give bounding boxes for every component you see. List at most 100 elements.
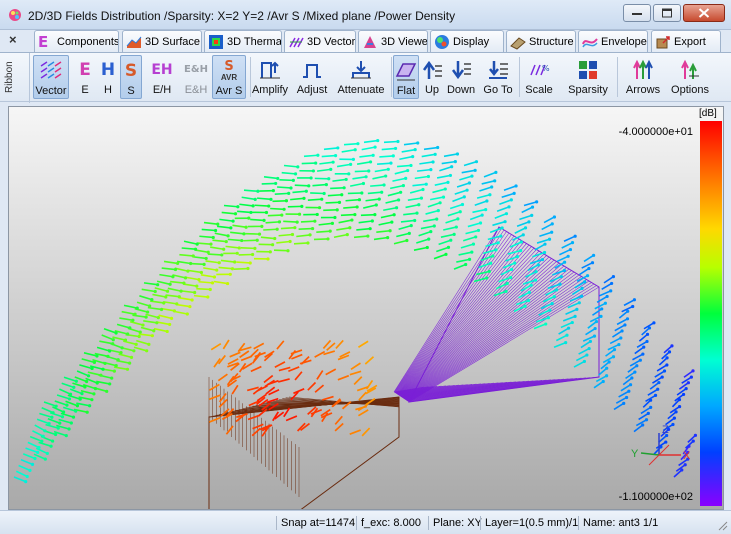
tab-label: 3D Vector: [307, 35, 356, 48]
layer-down-button-label: Down: [446, 84, 476, 96]
adjust-button-label: Adjust: [296, 84, 328, 96]
s-field-button[interactable]: S S: [120, 55, 142, 99]
tab-3d-vector[interactable]: 3D Vector: [284, 30, 356, 52]
avr-s-icon: S AVR: [217, 59, 241, 83]
axis-label-z: Z: [662, 424, 669, 436]
goto-icon: [489, 61, 508, 79]
tab-3d-surface[interactable]: 3D Surface: [122, 30, 202, 52]
colorbar-min-label: -1.100000e+02: [618, 491, 693, 503]
minimize-button[interactable]: [623, 4, 651, 22]
arrows-dropdown-button[interactable]: Arrows: [620, 55, 666, 99]
ribbon-separator: [519, 57, 520, 97]
title-bar: 2D/3D Fields Distribution /Sparsity: X=2…: [0, 0, 731, 30]
tab-3d-thermal[interactable]: 3D Therma: [204, 30, 282, 52]
maximize-icon: [662, 8, 672, 18]
vector-button-label: Vector: [35, 85, 67, 97]
goto-layer-button[interactable]: Go To: [480, 55, 516, 99]
ribbon-separator: [250, 57, 251, 97]
status-plane: Plane: XY: [428, 516, 482, 530]
structure-icon: [510, 36, 526, 50]
layer-down-button[interactable]: Down: [445, 55, 477, 99]
scale-dropdown-button[interactable]: % Scale: [521, 55, 557, 99]
h-field-button[interactable]: H H: [97, 55, 119, 99]
feed-block-wireframe: [208, 377, 400, 509]
flat-button-label: Flat: [396, 85, 416, 97]
attenuate-icon: [351, 61, 371, 79]
ribbon-close-icon[interactable]: ×: [9, 32, 17, 47]
close-icon: [698, 8, 710, 18]
colorbar-max-label: -4.000000e+01: [618, 126, 693, 138]
scale-dropdown-label: Scale: [525, 84, 553, 96]
attenuate-button-label: Attenuate: [337, 84, 385, 96]
status-bar: Snap at=11474 f_exc: 8.000 Plane: XY Lay…: [0, 510, 731, 534]
arrows-dropdown-label: Arrows: [625, 84, 661, 96]
sparsity-grid-icon: [579, 61, 597, 79]
adjust-button[interactable]: Adjust: [294, 55, 330, 99]
export-icon: [656, 35, 670, 48]
status-name: Name: ant3 1/1: [578, 516, 658, 530]
avr-s-icon-text: AVR: [220, 72, 238, 82]
tab-export[interactable]: Export: [651, 30, 721, 52]
surface-icon: [126, 36, 142, 48]
h-field-icon: H: [100, 60, 116, 80]
ribbon-separator: [391, 57, 392, 97]
close-button[interactable]: [683, 4, 725, 22]
eh-icon: EH: [151, 62, 173, 78]
resize-grip-icon[interactable]: [718, 521, 728, 531]
tab-envelope[interactable]: Envelope: [578, 30, 648, 52]
s-field-button-label: S: [127, 85, 135, 97]
e-field-button[interactable]: E E: [74, 55, 96, 99]
flat-button[interactable]: Flat: [393, 55, 419, 99]
eh-dropdown-button[interactable]: EH E/H: [146, 55, 178, 99]
attenuate-button[interactable]: Attenuate: [334, 55, 388, 99]
layer-up-button-label: Up: [424, 84, 440, 96]
minimize-icon: [632, 13, 642, 15]
field-vector-plot[interactable]: Z X Y: [9, 107, 724, 510]
svg-text:%: %: [542, 64, 550, 73]
amplify-icon: [260, 61, 280, 79]
status-layer: Layer=1(0.5 mm)/1: [480, 516, 578, 530]
amplify-button[interactable]: Amplify: [252, 55, 288, 99]
avr-s-button-label: Avr S: [215, 85, 243, 97]
h-field-button-label: H: [104, 84, 112, 96]
tab-components[interactable]: E Components: [34, 30, 119, 52]
ribbon-side-panel: Ribbon: [0, 53, 30, 103]
vector-arrows: [13, 138, 698, 484]
goto-layer-button-label: Go To: [483, 84, 513, 96]
tab-label: Envelope: [601, 35, 647, 48]
tab-label: Components: [57, 35, 119, 48]
layer-up-button[interactable]: Up: [421, 55, 443, 99]
axis-label-y: Y: [631, 448, 639, 460]
field-3d-view[interactable]: Z X Y [dB] -4.000000e+01 -1.100000e+02: [8, 106, 724, 510]
horn-structure-wireframe: [393, 226, 600, 403]
ribbon-side-label: Ribbon: [4, 61, 15, 93]
avr-s-button[interactable]: S AVR Avr S: [212, 55, 246, 99]
tab-structure[interactable]: Structure: [506, 30, 576, 52]
components-icon: E: [38, 32, 49, 51]
e-and-h-button[interactable]: E&H E&H: [181, 55, 211, 99]
e-and-h-icon: E&H: [184, 64, 208, 75]
arrow-down-icon: [451, 61, 471, 80]
sparsity-dropdown-button[interactable]: Sparsity: [562, 55, 614, 99]
arrow-up-icon: [422, 60, 442, 79]
status-snap: Snap at=11474: [276, 516, 355, 530]
envelope-icon: [582, 37, 598, 47]
ribbon-toolbar: Ribbon Vector E E H H S S EH E/H E&H E&H…: [0, 52, 731, 103]
tab-display[interactable]: Display: [430, 30, 504, 52]
avr-s-icon-letter: S: [224, 58, 234, 74]
options-icon: [681, 59, 699, 79]
flat-plane-icon: [395, 63, 417, 81]
maximize-button[interactable]: [653, 4, 681, 22]
e-and-h-button-label: E&H: [184, 84, 208, 96]
options-button[interactable]: Options: [669, 55, 711, 99]
axis-label-x: X: [683, 450, 691, 462]
tab-3d-viewer[interactable]: 3D Viewer: [358, 30, 428, 52]
vector-button[interactable]: Vector: [33, 55, 69, 99]
tab-label: 3D Therma: [227, 35, 282, 48]
display-icon: [435, 34, 449, 49]
window-title: 2D/3D Fields Distribution /Sparsity: X=2…: [28, 9, 456, 23]
tab-label: Export: [674, 35, 706, 48]
s-field-icon: S: [124, 61, 138, 81]
window-controls: [623, 4, 725, 22]
colorbar: [700, 121, 722, 506]
